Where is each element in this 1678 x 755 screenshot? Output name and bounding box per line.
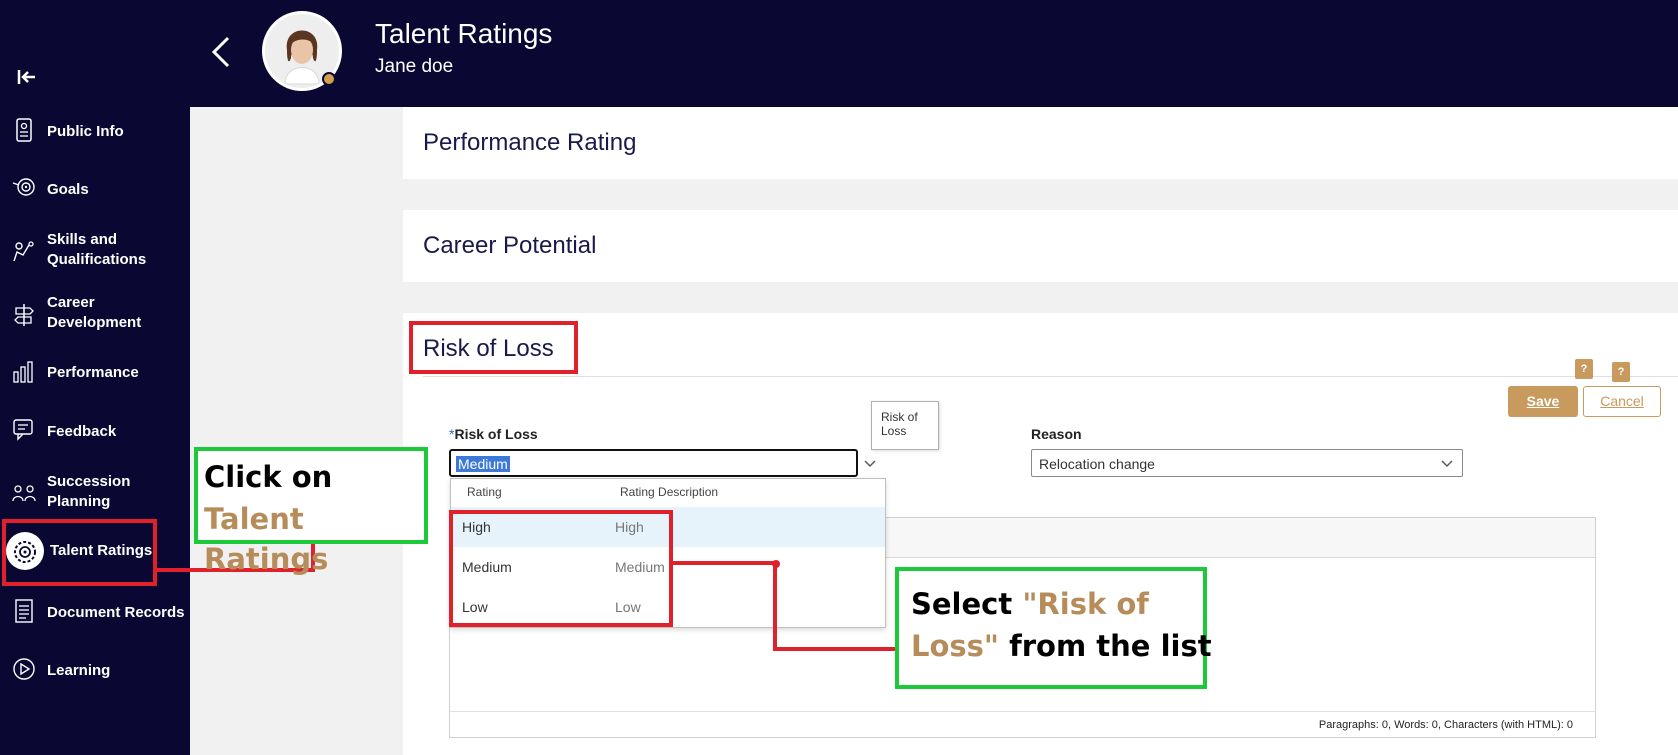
bar-chart-icon — [13, 361, 33, 383]
annotation-text: from the list — [999, 629, 1212, 663]
collapse-sidebar-icon[interactable] — [16, 66, 38, 88]
target-icon — [12, 178, 35, 196]
sidebar: Public Info Goals Skills and Qualificati… — [0, 0, 190, 755]
sidebar-item-label: Feedback — [47, 423, 117, 440]
annotation-text-accent: Loss" — [911, 629, 1000, 663]
people-icon — [12, 485, 36, 502]
feedback-icon — [13, 419, 33, 441]
sidebar-item-succession-planning[interactable]: Succession Planning — [0, 472, 190, 516]
sidebar-item-document-records[interactable]: Document Records — [0, 598, 190, 628]
reason-label: Reason — [1031, 426, 1082, 442]
sidebar-item-label: Career Development — [47, 294, 142, 331]
id-card-icon — [16, 118, 32, 142]
career-potential-panel[interactable]: Career Potential — [403, 210, 1678, 282]
column-header-rating: Rating — [467, 485, 502, 499]
sidebar-item-public-info[interactable]: Public Info — [0, 117, 190, 147]
annotation-highlight-options — [449, 510, 673, 627]
sidebar-item-label: Public Info — [47, 123, 124, 140]
risk-of-loss-label: *Risk of Loss — [449, 426, 538, 442]
annotation-text: Select — [911, 587, 1023, 621]
sidebar-item-label: Succession Planning — [47, 473, 131, 510]
chevron-down-icon — [1441, 460, 1453, 467]
sidebar-item-feedback[interactable]: Feedback — [0, 417, 190, 447]
sidebar-item-label: Performance — [47, 364, 139, 381]
chevron-down-icon[interactable] — [860, 452, 880, 474]
sidebar-item-goals[interactable]: Goals — [0, 175, 190, 205]
sidebar-item-label: Document Records — [47, 604, 185, 621]
reason-select[interactable]: Relocation change — [1031, 449, 1463, 477]
risk-of-loss-label-text: Risk of Loss — [454, 426, 538, 442]
help-button[interactable]: ? — [1575, 359, 1593, 379]
page-title: Talent Ratings — [375, 18, 553, 49]
sidebar-item-label: Learning — [47, 662, 111, 679]
document-icon — [15, 599, 33, 623]
cancel-button[interactable]: Cancel — [1583, 386, 1661, 417]
sidebar-item-label: Skills and Qualifications — [47, 231, 147, 268]
annotation-line-1: Select "Risk of — [911, 583, 1149, 625]
annotation-highlight-panel-title — [409, 321, 578, 374]
play-circle-icon — [13, 658, 35, 680]
risk-of-loss-tooltip: Risk of Loss — [871, 401, 939, 450]
annotation-connector — [773, 647, 897, 651]
reason-value: Relocation change — [1039, 456, 1155, 472]
signpost-icon — [14, 304, 34, 326]
annotation-text-accent: Talent Ratings — [204, 502, 329, 576]
skills-icon — [13, 241, 34, 262]
avatar-status-badge — [322, 72, 336, 86]
annotation-text: Click on — [204, 460, 333, 494]
page-subtitle: Jane doe — [375, 56, 454, 77]
annotation-text-accent: "Risk of — [1022, 587, 1149, 621]
annotation-dot — [772, 560, 780, 568]
annotation-highlight-talent-ratings — [2, 519, 157, 586]
annotation-line-2: Loss" from the list — [911, 625, 1212, 667]
help-button[interactable]: ? — [1612, 362, 1630, 382]
panel-title: Career Potential — [423, 232, 597, 259]
sidebar-item-performance[interactable]: Performance — [0, 358, 190, 388]
sidebar-item-learning[interactable]: Learning — [0, 656, 190, 686]
divider — [423, 376, 1678, 377]
sidebar-item-skills[interactable]: Skills and Qualifications — [0, 230, 190, 274]
editor-footer: Paragraphs: 0, Words: 0, Characters (wit… — [450, 711, 1595, 737]
annotation-callout-click: Click on Talent Ratings — [194, 447, 428, 576]
panel-title: Performance Rating — [423, 129, 637, 156]
annotation-connector — [671, 561, 777, 565]
column-header-description: Rating Description — [620, 485, 719, 499]
sidebar-item-label: Goals — [47, 181, 89, 198]
risk-of-loss-value: Medium — [456, 456, 510, 472]
character-count: Paragraphs: 0, Words: 0, Characters (wit… — [1318, 719, 1573, 731]
performance-rating-panel[interactable]: Performance Rating — [403, 107, 1678, 179]
annotation-callout-select: Select "Risk of Loss" from the list — [895, 567, 1212, 689]
sidebar-item-career-development[interactable]: Career Development — [0, 293, 190, 337]
page-header — [190, 0, 1678, 107]
annotation-connector — [773, 561, 777, 651]
save-button[interactable]: Save — [1508, 386, 1578, 417]
back-arrow-icon[interactable] — [206, 32, 236, 72]
risk-of-loss-select[interactable]: Medium — [449, 449, 858, 477]
